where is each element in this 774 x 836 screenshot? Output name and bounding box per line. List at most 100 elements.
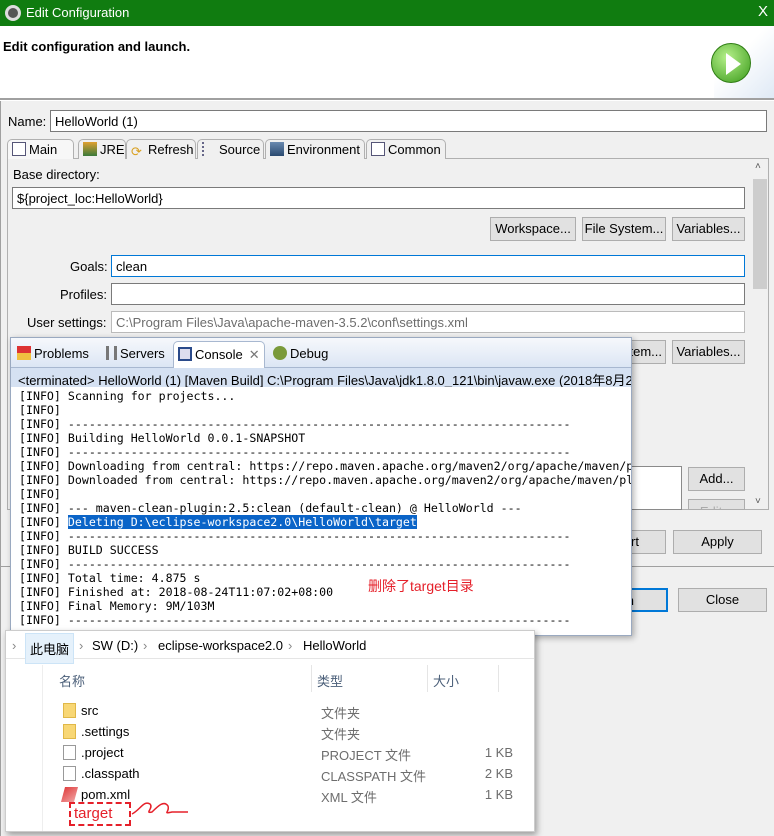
log-level: [INFO] <box>19 445 68 459</box>
log-level: [INFO] <box>19 487 61 501</box>
chevron-right-icon: › <box>79 638 84 653</box>
tab-common[interactable]: Common <box>366 139 446 159</box>
console-output[interactable]: [INFO] Scanning for projects... [INFO] [IN… <box>19 389 631 627</box>
console-line: [INFO] Finished at: 2018-08-24T11:07:02+… <box>19 585 631 599</box>
file-type: CLASSPATH 文件 <box>321 769 426 784</box>
servers-icon <box>106 346 117 360</box>
tab-refresh[interactable]: ⟳ Refresh <box>126 139 196 159</box>
tab-label: Environment <box>287 142 360 157</box>
edit-button[interactable]: Edit... <box>688 499 745 510</box>
close-tab-icon[interactable]: ✕ <box>249 347 260 362</box>
tab-main[interactable]: Main <box>7 139 74 159</box>
user-settings-input[interactable]: C:\Program Files\Java\apache-maven-3.5.2… <box>111 311 745 333</box>
file-row[interactable]: .classpath CLASSPATH 文件 2 KB <box>61 763 521 784</box>
file-name: .settings <box>81 724 130 739</box>
workspace-button[interactable]: Workspace... <box>490 217 576 241</box>
file-name: src <box>81 703 99 718</box>
file-icon <box>63 766 76 781</box>
file-type: XML 文件 <box>321 790 377 805</box>
annotation-scribble <box>131 802 188 815</box>
console-line: [INFO] Downloaded from central: https://… <box>19 473 631 487</box>
gear-icon <box>5 5 21 21</box>
goals-input[interactable]: clean <box>111 255 745 277</box>
tab-label: Debug <box>290 346 329 361</box>
scroll-down-icon[interactable]: ˅ <box>755 496 761 507</box>
annotation-text: 删除了target目录 <box>368 578 474 594</box>
log-level: [INFO] <box>19 599 68 613</box>
file-name: pom.xml <box>81 787 131 802</box>
log-message: Scanning for projects... <box>67 389 236 403</box>
add-button[interactable]: Add... <box>688 467 745 491</box>
tab-source[interactable]: Source <box>197 139 264 159</box>
refresh-icon: ⟳ <box>131 144 142 159</box>
column-header-name[interactable]: 名称 <box>59 671 85 690</box>
breadcrumb-item[interactable]: HelloWorld <box>303 638 366 653</box>
apply-button[interactable]: Apply <box>673 530 762 554</box>
file-size: 2 KB <box>484 766 513 781</box>
breadcrumb-item[interactable]: eclipse-workspace2.0 <box>158 638 283 653</box>
tab-problems[interactable]: Problems <box>17 346 89 361</box>
log-message: Downloaded from central: https://repo.ma… <box>67 473 631 487</box>
title-bar: Edit Configuration X <box>0 0 774 26</box>
file-row[interactable]: .settings 文件夹 <box>61 721 521 742</box>
column-header-size[interactable]: 大小 <box>433 671 459 690</box>
file-explorer: › 此电脑 › SW (D:) › eclipse-workspace2.0 ›… <box>5 630 535 832</box>
file-type: 文件夹 <box>321 727 361 742</box>
tab-jre[interactable]: JRE <box>78 139 126 159</box>
header-message: Edit configuration and launch. <box>3 39 191 54</box>
log-message: ----------------------------------------… <box>67 417 571 431</box>
scrollbar-thumb[interactable] <box>753 179 767 289</box>
log-message: BUILD SUCCESS <box>67 543 159 557</box>
log-level: [INFO] <box>19 403 61 417</box>
file-row[interactable]: .project PROJECT 文件 1 KB <box>61 742 521 763</box>
console-line: [INFO] ---------------------------------… <box>19 417 631 431</box>
log-level: [INFO] <box>19 389 68 403</box>
tab-debug[interactable]: Debug <box>273 346 328 361</box>
profiles-label: Profiles: <box>60 287 107 302</box>
chevron-right-icon: › <box>288 638 293 653</box>
console-tab-bar: Problems Servers Console ✕ Debug <box>11 338 631 368</box>
base-directory-input[interactable]: ${project_loc:HelloWorld} <box>12 187 745 209</box>
jre-icon <box>83 142 97 156</box>
log-message: --- maven-clean-plugin:2.5:clean (defaul… <box>67 501 522 515</box>
console-line: [INFO] BUILD SUCCESS <box>19 543 631 557</box>
base-directory-label: Base directory: <box>13 167 100 182</box>
log-level: [INFO] <box>19 585 68 599</box>
variables-button-2[interactable]: Variables... <box>672 340 745 364</box>
log-level: [INFO] <box>19 529 68 543</box>
tab-console[interactable]: Console ✕ <box>173 341 265 368</box>
file-size: 1 KB <box>484 745 513 760</box>
profiles-input[interactable] <box>111 283 745 305</box>
column-header-type[interactable]: 类型 <box>317 671 343 690</box>
file-type: 文件夹 <box>321 706 361 721</box>
main-tab-icon <box>12 142 26 156</box>
tab-servers[interactable]: Servers <box>106 346 165 361</box>
console-line: [INFO] <box>19 487 631 501</box>
file-name: .project <box>81 745 124 760</box>
file-system-button[interactable]: File System... <box>582 217 666 241</box>
name-label: Name: <box>8 114 47 129</box>
breadcrumb-item[interactable]: 此电脑 <box>25 633 75 664</box>
console-line: [INFO] --- maven-clean-plugin:2.5:clean … <box>19 501 631 515</box>
console-line: [INFO] ---------------------------------… <box>19 613 631 627</box>
log-message: ----------------------------------------… <box>67 557 571 571</box>
chevron-right-icon: › <box>12 638 17 653</box>
variables-button[interactable]: Variables... <box>672 217 745 241</box>
scroll-up-icon[interactable]: ˄ <box>755 161 761 172</box>
close-window-button[interactable]: X <box>758 3 768 20</box>
log-message: Total time: 4.875 s <box>67 571 201 585</box>
scrollbar[interactable]: ˄ ˅ <box>752 159 768 509</box>
breadcrumb-item[interactable]: SW (D:) <box>92 638 138 653</box>
debug-icon <box>273 346 287 360</box>
environment-icon <box>270 142 284 156</box>
tab-environment[interactable]: Environment <box>265 139 365 159</box>
tab-label: Servers <box>120 346 165 361</box>
log-level: [INFO] <box>19 459 68 473</box>
log-level: [INFO] <box>19 613 68 627</box>
close-button[interactable]: Close <box>678 588 767 612</box>
log-message: Final Memory: 9M/103M <box>67 599 215 613</box>
log-message: ----------------------------------------… <box>67 529 571 543</box>
file-row[interactable]: src 文件夹 <box>61 700 521 721</box>
tab-label: Refresh <box>148 142 194 157</box>
name-input[interactable]: HelloWorld (1) <box>50 110 767 132</box>
